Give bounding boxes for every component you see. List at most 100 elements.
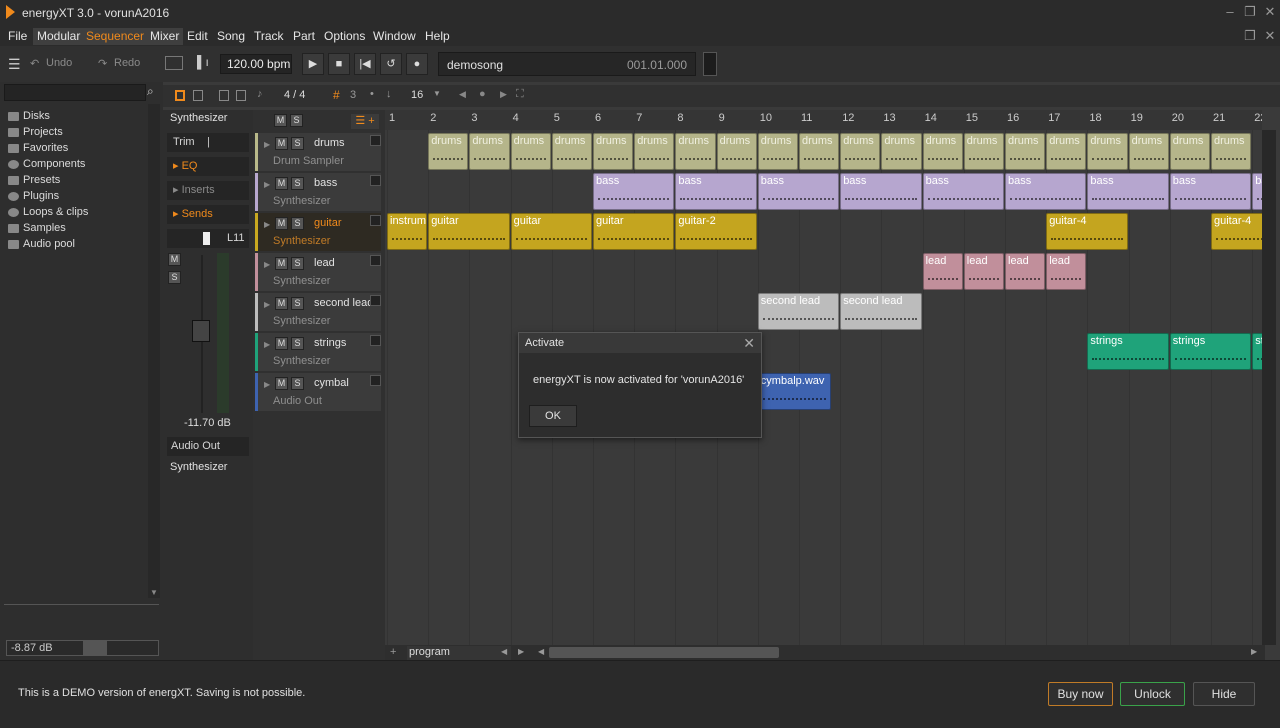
minimize-icon[interactable]: –	[1222, 4, 1238, 20]
grid-icon[interactable]: #	[333, 88, 340, 102]
keyboard-icon[interactable]	[165, 56, 183, 70]
inserts-section[interactable]: ▸ Inserts	[167, 181, 249, 200]
expand-icon[interactable]: ▶	[264, 340, 270, 349]
horizontal-scroll-thumb[interactable]	[549, 647, 779, 658]
unlock-button[interactable]: Unlock	[1120, 682, 1185, 706]
rewind-button[interactable]: |◀	[354, 53, 376, 75]
menu-sequencer[interactable]: Sequencer	[82, 28, 149, 45]
inspector-solo-button[interactable]: S	[168, 271, 181, 284]
track-solo-button[interactable]: S	[291, 137, 304, 150]
expand-icon[interactable]: ▶	[264, 140, 270, 149]
clip[interactable]: bass	[1252, 173, 1262, 210]
restore-doc-icon[interactable]: ❐	[1242, 28, 1258, 44]
track-solo-button[interactable]: S	[291, 377, 304, 390]
volume-fader[interactable]	[192, 320, 210, 342]
clip[interactable]: drums	[428, 133, 469, 170]
browser-item-disks[interactable]: Disks	[8, 108, 50, 124]
track-solo-button[interactable]: S	[291, 217, 304, 230]
track-header[interactable]: ▶ M Sbass Synthesizer	[255, 173, 381, 211]
hamburger-icon[interactable]: ☰	[8, 56, 21, 73]
track-mute-button[interactable]: M	[275, 297, 288, 310]
search-icon[interactable]: ⌕	[147, 84, 154, 99]
clip[interactable]: guitar-2	[675, 213, 757, 250]
clip[interactable]: guitar	[510, 213, 592, 250]
track-mute-button[interactable]: M	[275, 137, 288, 150]
pattern-tab-program[interactable]: program	[407, 646, 511, 660]
track-header[interactable]: ▶ M Scymbal Audio Out	[255, 373, 381, 411]
tempo-field[interactable]: 120.00 bpm	[220, 54, 292, 74]
global-mute-button[interactable]: M	[274, 114, 287, 127]
menu-edit[interactable]: Edit	[183, 28, 212, 45]
menu-file[interactable]: File	[4, 28, 31, 45]
clip[interactable]: drums	[1211, 133, 1252, 170]
track-name[interactable]: bass	[314, 177, 337, 189]
clip[interactable]: lead	[963, 253, 1004, 290]
browser-item-projects[interactable]: Projects	[8, 124, 63, 140]
clip[interactable]: drums	[1046, 133, 1087, 170]
clip[interactable]: drums	[757, 133, 798, 170]
tab-next-icon[interactable]: ▶	[518, 647, 524, 656]
track-solo-button[interactable]: S	[291, 257, 304, 270]
clip[interactable]: drums	[634, 133, 675, 170]
menu-help[interactable]: Help	[421, 28, 454, 45]
tab-prev-icon[interactable]: ◀	[501, 647, 507, 656]
close-doc-icon[interactable]: ✕	[1262, 28, 1278, 44]
play-button[interactable]: ▶	[302, 53, 324, 75]
clip[interactable]: bass	[1087, 173, 1169, 210]
track-header[interactable]: ▶ M Sguitar Synthesizer	[255, 213, 381, 251]
clip[interactable]: instrume	[387, 213, 428, 250]
redo-button[interactable]: Redo	[114, 57, 140, 69]
clip[interactable]: drums	[881, 133, 922, 170]
clip[interactable]: bass	[840, 173, 922, 210]
piano-roll-icon[interactable]	[236, 90, 246, 101]
clip[interactable]: bass	[675, 173, 757, 210]
fullscreen-icon[interactable]: ⛶	[516, 88, 524, 101]
clip[interactable]: drums	[799, 133, 840, 170]
track-record-toggle[interactable]	[370, 295, 381, 306]
track-header[interactable]: ▶ M Sstrings Synthesizer	[255, 333, 381, 371]
expand-icon[interactable]: ▶	[264, 180, 270, 189]
menu-options[interactable]: Options	[320, 28, 369, 45]
clip[interactable]: lead	[1046, 253, 1087, 290]
track-name[interactable]: guitar	[314, 217, 342, 229]
timeline-ruler[interactable]: 12345678910111213141516171819202122	[385, 110, 1262, 130]
menu-part[interactable]: Part	[289, 28, 319, 45]
track-record-toggle[interactable]	[370, 135, 381, 146]
track-name[interactable]: strings	[314, 337, 346, 349]
browser-item-samples[interactable]: Samples	[8, 220, 66, 236]
browser-item-favorites[interactable]: Favorites	[8, 140, 68, 156]
clip[interactable]: guitar-4	[1046, 213, 1128, 250]
clip[interactable]: second lead	[840, 293, 922, 330]
track-record-toggle[interactable]	[370, 215, 381, 226]
clip[interactable]: bass	[922, 173, 1004, 210]
pan-control[interactable]: L11	[167, 229, 249, 248]
track-mute-button[interactable]: M	[275, 257, 288, 270]
add-pattern-icon[interactable]: +	[390, 646, 396, 658]
view-toggle-icon[interactable]	[175, 90, 185, 101]
sends-section[interactable]: ▸ Sends	[167, 205, 249, 224]
undo-button[interactable]: Undo	[46, 57, 72, 69]
track-mute-button[interactable]: M	[275, 217, 288, 230]
clip[interactable]: drums	[963, 133, 1004, 170]
clip[interactable]: bass	[1005, 173, 1087, 210]
vertical-scrollbar[interactable]	[1262, 130, 1276, 645]
clip[interactable]: drums	[675, 133, 716, 170]
clip[interactable]: drums	[469, 133, 510, 170]
global-solo-button[interactable]: S	[290, 114, 303, 127]
browser-item-audio-pool[interactable]: Audio pool	[8, 236, 75, 252]
eq-section[interactable]: ▸ EQ	[167, 157, 249, 176]
browser-search-input[interactable]	[4, 84, 146, 101]
track-header[interactable]: ▶ M Ssecond lead Synthesizer	[255, 293, 381, 331]
browser-scrollbar[interactable]	[148, 104, 160, 598]
track-solo-button[interactable]: S	[291, 297, 304, 310]
expand-icon[interactable]: ▶	[264, 300, 270, 309]
track-mute-button[interactable]: M	[275, 377, 288, 390]
clip[interactable]: bass	[757, 173, 840, 210]
menu-mixer[interactable]: Mixer	[146, 28, 184, 45]
note-icon[interactable]: ♪	[257, 88, 263, 100]
stop-button[interactable]: ■	[328, 53, 350, 75]
clip[interactable]: drums	[510, 133, 551, 170]
grid-value[interactable]: 3	[350, 89, 356, 101]
clip[interactable]: lead	[1005, 253, 1046, 290]
quantize-select[interactable]: 16	[411, 89, 423, 101]
